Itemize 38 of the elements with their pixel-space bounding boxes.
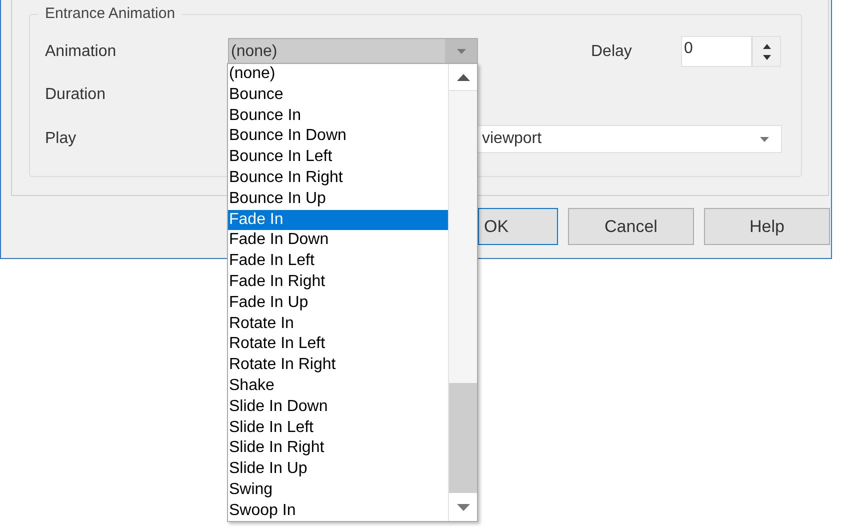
animation-dropdown[interactable]: (none) — [228, 38, 478, 66]
dropdown-option[interactable]: Swoop In — [228, 500, 448, 522]
caret-icon — [760, 136, 769, 142]
dropdown-option[interactable]: Bounce In — [228, 106, 448, 126]
scrollbar-thumb[interactable] — [449, 383, 477, 493]
field-label: Play — [45, 129, 76, 149]
dialog-button[interactable]: Cancel — [568, 208, 694, 245]
dropdown-option[interactable]: Fade In Down — [228, 230, 448, 252]
dropdown-option[interactable]: Fade In Up — [228, 292, 448, 314]
down-arrow-icon — [456, 504, 470, 510]
dropdown-option[interactable]: Slide In Left — [228, 418, 448, 438]
field-label: Delay — [591, 42, 633, 62]
delay-field[interactable]: 0 — [681, 36, 752, 67]
dropdown-option[interactable]: Swing — [228, 480, 448, 501]
dropdown-option[interactable]: Shake — [228, 376, 448, 397]
dropdown-option[interactable]: Slide In Right — [228, 438, 448, 460]
dropdown-option[interactable]: Bounce In Up — [228, 188, 448, 210]
dialog-button[interactable]: OK — [478, 208, 558, 245]
caret-icon — [456, 49, 466, 54]
dropdown-option[interactable]: Rotate In Right — [228, 355, 448, 376]
dropdown-option[interactable]: Fade In Right — [228, 272, 448, 293]
up-arrow-icon — [456, 74, 470, 80]
dropdown-option[interactable]: Fade In — [228, 210, 448, 230]
field-label: Animation — [45, 42, 118, 62]
field-label: Duration — [45, 85, 106, 105]
scrollbar[interactable] — [448, 64, 477, 521]
dropdown-option[interactable]: Bounce In Right — [228, 168, 448, 189]
dropdown-option[interactable]: Fade In Left — [228, 251, 448, 272]
up-arrow-icon — [762, 44, 770, 48]
dropdown-option[interactable]: Bounce — [228, 84, 448, 106]
down-arrow-icon — [762, 54, 770, 60]
dropdown-option[interactable]: Slide In Up — [228, 459, 448, 480]
dropdown-option[interactable]: (none) — [228, 64, 448, 85]
dialog-button[interactable]: Help — [704, 208, 830, 245]
spin-buttons[interactable] — [752, 36, 781, 67]
dropdown-option[interactable]: Rotate In — [228, 314, 448, 334]
dropdown-option[interactable]: Rotate In Left — [228, 334, 448, 356]
dropdown-option[interactable]: Slide In Down — [228, 396, 448, 418]
